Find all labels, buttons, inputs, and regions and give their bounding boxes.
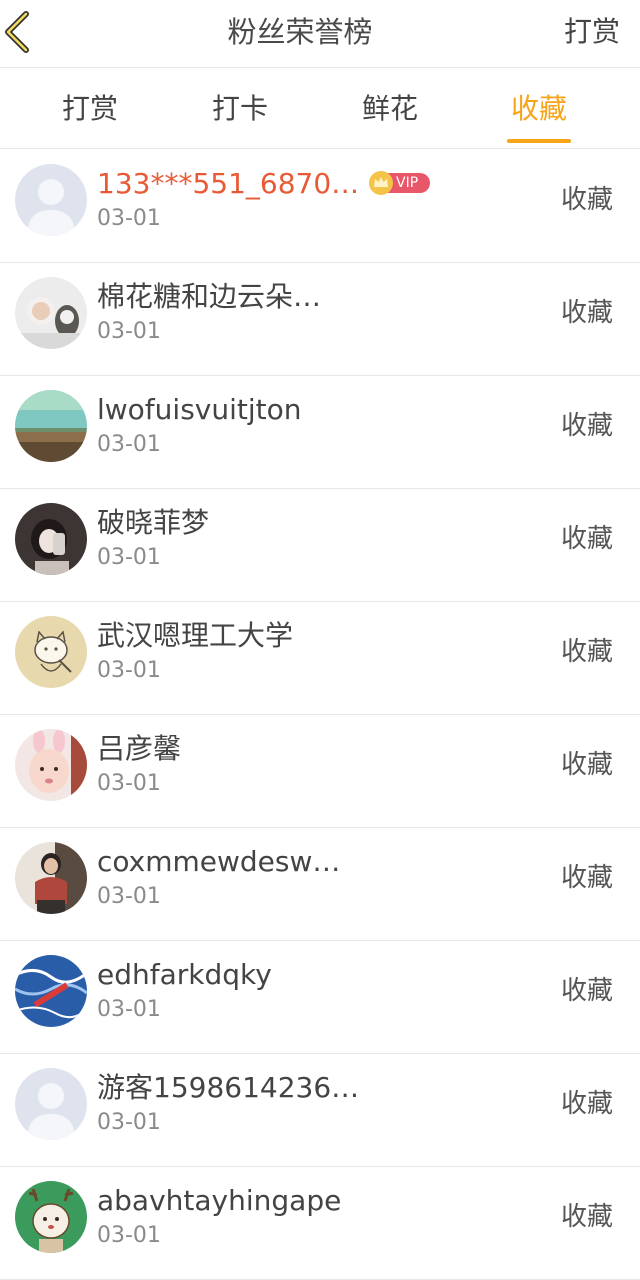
avatar[interactable] (15, 390, 87, 462)
date: 03-01 (97, 432, 161, 457)
user-name: 破晓菲梦 (97, 506, 210, 539)
vip-badge: VIP (368, 170, 430, 196)
user-photo-icon (15, 729, 87, 801)
user-name: 133***551_6870… (97, 167, 360, 200)
user-photo-icon (15, 277, 87, 349)
list-item[interactable]: 游客1598614236… 03-01 收藏 (0, 1054, 640, 1167)
list-item[interactable]: 破晓菲梦 03-01 收藏 (0, 489, 640, 602)
date: 03-01 (97, 319, 161, 344)
date: 03-01 (97, 658, 161, 683)
user-name: abavhtayhingape (97, 1184, 342, 1217)
favorite-label: 收藏 (560, 524, 613, 554)
favorite-label: 收藏 (560, 411, 613, 441)
avatar[interactable] (15, 277, 87, 349)
date: 03-01 (97, 884, 161, 909)
landscape-photo-icon (15, 390, 87, 462)
favorite-label: 收藏 (560, 863, 613, 893)
user-name: 吕彦馨 (97, 732, 182, 765)
vip-label: VIP (396, 175, 419, 191)
user-name: coxmmewdesw… (97, 845, 341, 878)
user-name: 棉花糖和边云朵… (97, 280, 322, 313)
list-item[interactable]: abavhtayhingape 03-01 收藏 (0, 1167, 640, 1280)
date: 03-01 (97, 545, 161, 570)
favorite-label: 收藏 (560, 1089, 613, 1119)
favorite-label: 收藏 (560, 750, 613, 780)
date: 03-01 (97, 997, 161, 1022)
list-item[interactable]: 武汉嗯理工大学 03-01 收藏 (0, 602, 640, 715)
reward-button[interactable]: 打赏 (564, 10, 620, 54)
fan-list: 133***551_6870… VIP 03-01 收藏 棉花糖和边云朵… 03… (0, 150, 640, 1280)
user-photo-icon (15, 503, 87, 575)
user-name: lwofuisvuitjton (97, 393, 302, 426)
default-user-icon (15, 1068, 87, 1140)
tab-favorites[interactable]: 收藏 (474, 69, 604, 149)
list-item[interactable]: 棉花糖和边云朵… 03-01 收藏 (0, 263, 640, 376)
favorite-label: 收藏 (560, 185, 613, 215)
list-item[interactable]: edhfarkdqky 03-01 收藏 (0, 941, 640, 1054)
user-name: 武汉嗯理工大学 (97, 619, 294, 652)
avatar[interactable] (15, 842, 87, 914)
avatar[interactable] (15, 164, 87, 236)
top-bar: 粉丝荣誉榜 打赏 (0, 0, 640, 68)
favorite-label: 收藏 (560, 976, 613, 1006)
favorite-label: 收藏 (560, 637, 613, 667)
date: 03-01 (97, 1223, 161, 1248)
user-photo-icon (15, 842, 87, 914)
avatar[interactable] (15, 955, 87, 1027)
avatar[interactable] (15, 1181, 87, 1253)
tab-bar: 打赏 打卡 鲜花 收藏 (0, 69, 640, 149)
list-item[interactable]: lwofuisvuitjton 03-01 收藏 (0, 376, 640, 489)
user-name: edhfarkdqky (97, 958, 272, 991)
avatar[interactable] (15, 1068, 87, 1140)
artwork-icon (15, 955, 87, 1027)
tab-reward[interactable]: 打赏 (25, 69, 155, 149)
list-item[interactable]: 吕彦馨 03-01 收藏 (0, 715, 640, 828)
date: 03-01 (97, 771, 161, 796)
list-item[interactable]: coxmmewdesw… 03-01 收藏 (0, 828, 640, 941)
date: 03-01 (97, 1110, 161, 1135)
avatar[interactable] (15, 616, 87, 688)
date: 03-01 (97, 206, 161, 231)
page-title: 粉丝荣誉榜 (227, 15, 373, 49)
favorite-label: 收藏 (560, 1202, 613, 1232)
default-user-icon (15, 164, 87, 236)
cartoon-deer-icon (15, 1181, 87, 1253)
user-name: 游客1598614236… (97, 1071, 360, 1104)
cartoon-cat-icon (15, 616, 87, 688)
avatar[interactable] (15, 729, 87, 801)
tab-checkin[interactable]: 打卡 (175, 69, 305, 149)
tab-flowers[interactable]: 鲜花 (325, 69, 455, 149)
favorite-label: 收藏 (560, 298, 613, 328)
avatar[interactable] (15, 503, 87, 575)
list-item[interactable]: 133***551_6870… VIP 03-01 收藏 (0, 150, 640, 263)
